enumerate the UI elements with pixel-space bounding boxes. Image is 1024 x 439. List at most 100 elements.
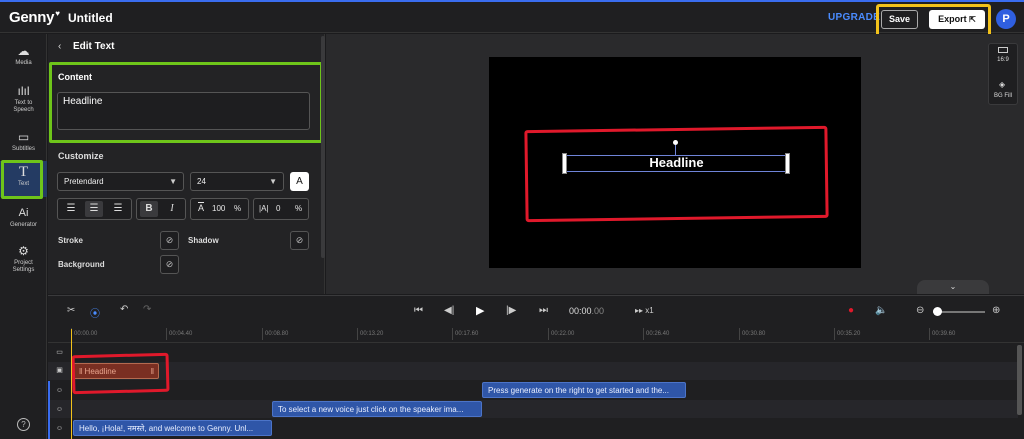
timecode: 00:00.00: [569, 306, 604, 316]
volume-icon[interactable]: 🔈: [875, 305, 887, 316]
letter-spacing-icon: |A|: [259, 204, 269, 213]
skip-end-icon[interactable]: ⏭: [539, 305, 548, 316]
align-center-icon[interactable]: ☰: [85, 201, 103, 217]
italic-button[interactable]: I: [163, 201, 181, 217]
top-bar: Genny♥ Untitled UPGRADE Save Export ⇱ P: [0, 2, 1024, 33]
text-track[interactable]: [48, 362, 1018, 380]
zoom-slider-knob[interactable]: [933, 307, 942, 316]
speaker-avatar-icon[interactable]: ☺: [54, 386, 65, 395]
ruler-label: 00:04.40: [169, 331, 193, 337]
voice-track-2[interactable]: [48, 400, 1018, 418]
ruler-tick: [452, 328, 453, 340]
play-icon[interactable]: ▶: [476, 304, 484, 317]
ruler-label: 00:26.40: [646, 331, 670, 337]
sidebar-item-project-settings[interactable]: ⚙ Project Settings: [0, 244, 47, 274]
font-size-select[interactable]: 24 ▼: [190, 172, 284, 191]
help-icon[interactable]: ?: [17, 418, 30, 431]
voice-clip-3[interactable]: Hello, ¡Hola!, नमस्ते, and welcome to Ge…: [73, 420, 272, 436]
cloud-upload-icon: ☁: [17, 44, 30, 58]
collapse-timeline-chevron-icon[interactable]: ⌄: [917, 280, 989, 294]
canvas-options: 16:9 ◈ BG Fill: [988, 43, 1018, 105]
scissors-icon[interactable]: ✂: [67, 305, 75, 316]
font-size-value: 24: [197, 177, 206, 186]
back-chevron-icon[interactable]: ‹: [58, 41, 61, 52]
scale-unit: %: [234, 204, 242, 213]
project-title[interactable]: Untitled: [68, 11, 113, 25]
upgrade-link[interactable]: UPGRADE: [828, 12, 880, 23]
waveform-icon: ılıl: [17, 84, 30, 98]
bold-button[interactable]: B: [140, 201, 158, 217]
ruler-tick: [262, 328, 263, 340]
sidebar-item-label: Generator: [9, 222, 37, 228]
timeline-ruler[interactable]: [48, 328, 1024, 343]
bg-fill-icon[interactable]: ◈: [999, 80, 1005, 89]
ruler-label: 00:08.80: [265, 331, 289, 337]
undo-icon[interactable]: ↶: [120, 304, 128, 315]
app-logo[interactable]: Genny♥: [9, 9, 60, 26]
voice-clip-2[interactable]: To select a new voice just click on the …: [272, 401, 482, 417]
scale-icon: A: [198, 203, 205, 213]
annotation-highlight-canvas-text: [524, 125, 829, 223]
bg-fill-label[interactable]: BG Fill: [989, 93, 1017, 99]
track-selection-bar: [48, 381, 50, 439]
chevron-down-icon: ▼: [269, 177, 277, 186]
font-family-value: Pretendard: [64, 177, 104, 186]
subtitle-track[interactable]: [48, 344, 1018, 362]
ruler-label: 00:13.20: [360, 331, 384, 337]
stroke-label: Stroke: [58, 236, 83, 245]
ruler-label: 00:22.00: [551, 331, 575, 337]
speaker-avatar-icon[interactable]: ☺: [54, 424, 65, 433]
text-color-button[interactable]: A: [290, 172, 309, 191]
sidebar-item-generator[interactable]: Ai Generator: [0, 206, 47, 229]
shadow-toggle-none-icon[interactable]: ⊘: [290, 231, 309, 250]
timecode-main: 00:00: [569, 306, 592, 316]
magnet-icon[interactable]: ⦿: [90, 305, 100, 320]
spacing-value: 0: [276, 204, 281, 213]
ruler-label: 00:17.60: [455, 331, 479, 337]
ruler-tick: [166, 328, 167, 340]
playback-speed[interactable]: ▸▸ x1: [635, 306, 654, 315]
fast-forward-icon: ▸▸: [635, 306, 644, 315]
ruler-tick: [739, 328, 740, 340]
timecode-fraction: .00: [591, 306, 605, 316]
step-back-icon[interactable]: ◀|: [444, 305, 454, 316]
panel-title: Edit Text: [73, 41, 115, 52]
annotation-highlight-text-tool: [1, 160, 43, 199]
annotation-highlight-save-export: [876, 4, 991, 37]
background-label: Background: [58, 260, 105, 269]
align-left-icon[interactable]: ☰: [62, 201, 80, 217]
sidebar-item-media[interactable]: ☁ Media: [0, 44, 47, 67]
style-group: B I: [136, 198, 186, 220]
ai-icon: Ai: [18, 207, 29, 219]
ruler-tick: [643, 328, 644, 340]
ruler-tick: [357, 328, 358, 340]
ruler-label: 00:30.80: [742, 331, 766, 337]
sidebar-item-label: Project Settings: [12, 260, 35, 273]
aspect-ratio-icon[interactable]: [998, 47, 1008, 53]
spacing-unit: %: [295, 204, 303, 213]
sidebar-item-subtitles[interactable]: ▭ Subtitles: [0, 130, 47, 153]
user-avatar[interactable]: P: [996, 9, 1016, 29]
letter-spacing-field[interactable]: |A| 0 %: [253, 198, 309, 220]
aspect-ratio-label[interactable]: 16:9: [989, 57, 1017, 63]
sidebar-item-text-to-speech[interactable]: ılıl Text to Speech: [0, 84, 47, 114]
zoom-in-icon[interactable]: ⊕: [992, 305, 1000, 316]
skip-start-icon[interactable]: ⏮: [414, 305, 423, 316]
panel-scrollbar[interactable]: [321, 36, 325, 258]
redo-icon[interactable]: ↷: [143, 304, 151, 315]
font-family-select[interactable]: Pretendard ▼: [57, 172, 184, 191]
microphone-icon[interactable]: ●: [848, 305, 854, 316]
logo-mark-icon: ♥: [55, 9, 60, 18]
timeline-scrollbar[interactable]: [1017, 345, 1022, 415]
align-right-icon[interactable]: ☰: [109, 201, 127, 217]
stroke-toggle-none-icon[interactable]: ⊘: [160, 231, 179, 250]
speaker-avatar-icon[interactable]: ☺: [54, 405, 65, 414]
playhead[interactable]: [71, 329, 72, 439]
gear-icon: ⚙: [18, 244, 29, 258]
step-forward-icon[interactable]: |▶: [506, 305, 516, 316]
voice-clip-1[interactable]: Press generate on the right to get start…: [482, 382, 686, 398]
zoom-out-icon[interactable]: ⊖: [916, 305, 924, 316]
scale-field[interactable]: A 100 %: [190, 198, 249, 220]
background-toggle-none-icon[interactable]: ⊘: [160, 255, 179, 274]
ruler-label: 00:00.00: [74, 331, 98, 337]
